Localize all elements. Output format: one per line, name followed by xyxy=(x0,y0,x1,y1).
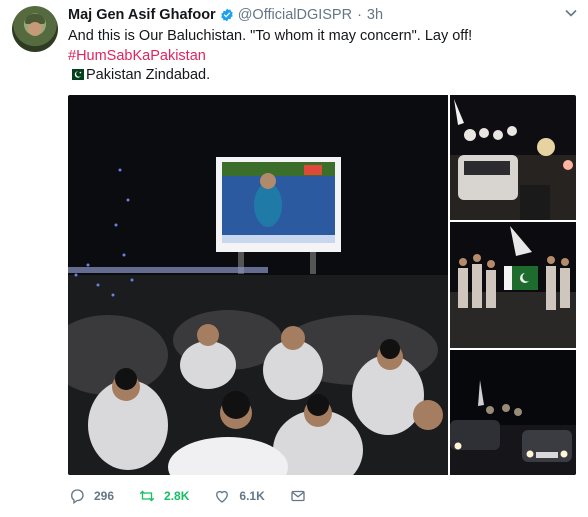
retweet-icon xyxy=(139,490,155,502)
separator-dot: · xyxy=(357,7,362,23)
avatar[interactable] xyxy=(12,6,58,52)
photo-flag-march[interactable] xyxy=(450,222,576,348)
tweet-text-line-3: Pakistan Zindabad. xyxy=(68,66,578,86)
reply-icon xyxy=(71,489,84,505)
author-name[interactable]: Maj Gen Asif Ghafoor xyxy=(68,7,216,23)
tweet-actions: 296 2.8K 6.1K xyxy=(68,487,339,505)
tweet-text: And this is Our Baluchistan. "To whom it… xyxy=(68,27,578,86)
like-button[interactable]: 6.1K xyxy=(213,487,265,505)
tweet-card[interactable]: Maj Gen Asif Ghafoor @OfficialDGISPR · 3… xyxy=(0,0,588,517)
avatar-face xyxy=(28,22,42,36)
tweet-text-line-1: And this is Our Baluchistan. "To whom it… xyxy=(68,28,473,44)
tweet-text-line-3-text: Pakistan Zindabad. xyxy=(86,67,211,83)
reply-count: 296 xyxy=(94,489,115,503)
tweet-timestamp[interactable]: 3h xyxy=(367,7,383,23)
tweet-header: Maj Gen Asif Ghafoor @OfficialDGISPR · 3… xyxy=(68,5,383,25)
pakistan-flag-icon xyxy=(68,69,84,80)
author-handle[interactable]: @OfficialDGISPR xyxy=(238,7,352,23)
retweet-button[interactable]: 2.8K xyxy=(138,487,189,505)
verified-badge-icon xyxy=(220,8,233,22)
like-count: 6.1K xyxy=(239,489,265,503)
like-icon xyxy=(216,490,229,503)
chevron-down-icon[interactable] xyxy=(564,6,578,20)
direct-message-button[interactable] xyxy=(289,487,315,505)
hashtag-link[interactable]: #HumSabKaPakistan xyxy=(68,47,578,67)
photo-cars-night[interactable] xyxy=(450,350,576,475)
photo-crowd-screen[interactable] xyxy=(68,95,448,475)
dm-icon xyxy=(291,490,305,502)
reply-button[interactable]: 296 xyxy=(68,487,114,505)
photo-rally-night[interactable] xyxy=(450,95,576,220)
media-grid xyxy=(68,95,576,475)
retweet-count: 2.8K xyxy=(164,489,190,503)
